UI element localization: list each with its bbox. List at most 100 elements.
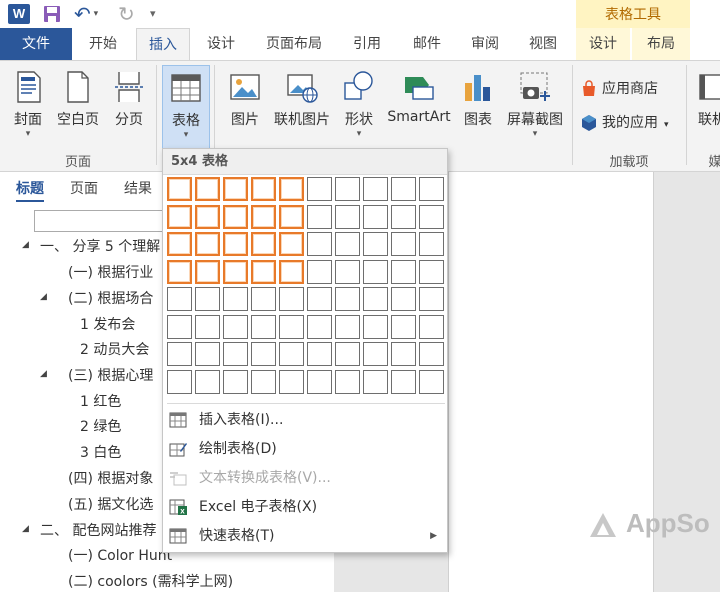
table-grid-cell[interactable] — [307, 342, 332, 366]
table-grid-cell[interactable] — [251, 259, 276, 284]
chart-button[interactable]: 图表 — [456, 65, 500, 145]
tab-page-layout[interactable]: 页面布局 — [252, 28, 336, 60]
table-grid-cell[interactable] — [251, 287, 276, 311]
table-grid-cell[interactable] — [279, 204, 304, 229]
table-grid-cell[interactable] — [419, 259, 444, 284]
blank-page-button[interactable]: 空白页 — [52, 65, 104, 145]
table-grid-cell[interactable] — [363, 314, 388, 339]
table-grid-cell[interactable] — [391, 204, 416, 229]
table-grid-cell[interactable] — [167, 369, 192, 394]
table-grid-cell[interactable] — [307, 259, 332, 284]
table-grid-cell[interactable] — [335, 342, 360, 366]
my-apps-button[interactable]: 我的应用 ▾ — [580, 111, 684, 135]
nav-heading-item[interactable]: 1 红色 — [80, 391, 121, 411]
table-grid-cell[interactable] — [335, 259, 360, 284]
table-grid-cell[interactable] — [195, 259, 220, 284]
undo-icon[interactable]: ↶ ▾ — [74, 3, 104, 25]
table-grid-cell[interactable] — [419, 287, 444, 311]
online-video-button[interactable]: 联机 — [692, 65, 720, 145]
table-grid-cell[interactable] — [223, 232, 248, 256]
cover-page-button[interactable]: 封面 ▾ — [6, 65, 50, 145]
table-grid-cell[interactable] — [167, 259, 192, 284]
table-grid-cell[interactable] — [195, 287, 220, 311]
table-grid-cell[interactable] — [391, 232, 416, 256]
table-grid-cell[interactable] — [307, 204, 332, 229]
nav-tab-pages[interactable]: 页面 — [70, 178, 98, 198]
table-grid-cell[interactable] — [391, 259, 416, 284]
table-grid-cell[interactable] — [307, 314, 332, 339]
table-grid-cell[interactable] — [363, 177, 388, 201]
table-grid-cell[interactable] — [167, 177, 192, 201]
table-grid-cell[interactable] — [195, 314, 220, 339]
nav-heading-item[interactable]: (一) Color Hunt — [68, 545, 172, 565]
office-store-button[interactable]: 应用商店 — [580, 77, 680, 101]
table-grid-cell[interactable] — [279, 259, 304, 284]
redo-icon[interactable]: ↻ — [118, 3, 140, 25]
table-grid-cell[interactable] — [279, 232, 304, 256]
table-grid-cell[interactable] — [279, 342, 304, 366]
nav-heading-item[interactable]: 二、 配色网站推荐 — [40, 520, 156, 540]
collapse-triangle-icon[interactable]: ◢ — [40, 369, 47, 379]
table-grid-cell[interactable] — [335, 287, 360, 311]
table-grid-cell[interactable] — [335, 177, 360, 201]
tab-table-layout[interactable]: 布局 — [632, 28, 690, 60]
table-grid-cell[interactable] — [223, 259, 248, 284]
table-grid-cell[interactable] — [279, 314, 304, 339]
table-grid-cell[interactable] — [223, 204, 248, 229]
table-button[interactable]: 表格 ▾ — [162, 65, 210, 151]
table-grid-cell[interactable] — [335, 204, 360, 229]
table-grid-cell[interactable] — [363, 259, 388, 284]
table-grid-cell[interactable] — [391, 314, 416, 339]
table-grid-cell[interactable] — [195, 369, 220, 394]
insert-table-menu-item[interactable]: 插入表格(I)... — [163, 406, 447, 434]
table-grid-cell[interactable] — [167, 342, 192, 366]
table-grid-cell[interactable] — [363, 342, 388, 366]
table-grid-cell[interactable] — [419, 204, 444, 229]
page-break-button[interactable]: 分页 — [106, 65, 152, 145]
table-grid-cell[interactable] — [167, 287, 192, 311]
table-grid-cell[interactable] — [307, 177, 332, 201]
table-grid-cell[interactable] — [391, 177, 416, 201]
tab-insert[interactable]: 插入 — [136, 28, 190, 60]
nav-heading-item[interactable]: 1 发布会 — [80, 314, 135, 334]
table-grid-cell[interactable] — [307, 369, 332, 394]
table-grid-cell[interactable] — [195, 177, 220, 201]
table-grid-cell[interactable] — [335, 314, 360, 339]
table-grid-cell[interactable] — [223, 342, 248, 366]
tab-table-design[interactable]: 设计 — [576, 28, 630, 60]
picture-button[interactable]: 图片 — [222, 65, 268, 145]
table-grid-cell[interactable] — [167, 204, 192, 229]
table-grid-cell[interactable] — [419, 342, 444, 366]
tab-home[interactable]: 开始 — [74, 28, 132, 60]
tab-view[interactable]: 视图 — [514, 28, 572, 60]
table-grid-cell[interactable] — [251, 314, 276, 339]
shapes-button[interactable]: 形状 ▾ — [336, 65, 382, 145]
tab-review[interactable]: 审阅 — [458, 28, 512, 60]
table-grid-cell[interactable] — [195, 232, 220, 256]
draw-table-menu-item[interactable]: 绘制表格(D) — [163, 435, 447, 463]
nav-tab-headings[interactable]: 标题 — [16, 178, 44, 202]
table-grid-cell[interactable] — [307, 287, 332, 311]
nav-heading-item[interactable]: (三) 根据心理 — [68, 365, 153, 385]
tab-file[interactable]: 文件 — [0, 28, 72, 60]
nav-tab-results[interactable]: 结果 — [124, 178, 152, 198]
table-grid-cell[interactable] — [391, 287, 416, 311]
excel-spreadsheet-menu-item[interactable]: x Excel 电子表格(X) — [163, 493, 447, 521]
nav-heading-item[interactable]: 2 动员大会 — [80, 339, 149, 359]
smartart-button[interactable]: SmartArt — [384, 65, 454, 145]
table-grid-cell[interactable] — [279, 177, 304, 201]
screenshot-button[interactable]: 屏幕截图 ▾ — [502, 65, 568, 145]
table-grid-cell[interactable] — [279, 369, 304, 394]
nav-heading-item[interactable]: (二) coolors (需科学上网) — [68, 571, 233, 591]
table-grid-cell[interactable] — [279, 287, 304, 311]
nav-search-input[interactable] — [34, 210, 164, 232]
table-grid-cell[interactable] — [391, 342, 416, 366]
quick-tables-menu-item[interactable]: 快速表格(T) ▶ — [163, 522, 447, 550]
table-grid-cell[interactable] — [251, 177, 276, 201]
nav-heading-item[interactable]: 2 绿色 — [80, 416, 121, 436]
collapse-triangle-icon[interactable]: ◢ — [22, 524, 29, 534]
table-grid-cell[interactable] — [223, 177, 248, 201]
collapse-triangle-icon[interactable]: ◢ — [22, 240, 29, 250]
table-grid-cell[interactable] — [223, 369, 248, 394]
table-grid-cell[interactable] — [391, 369, 416, 394]
